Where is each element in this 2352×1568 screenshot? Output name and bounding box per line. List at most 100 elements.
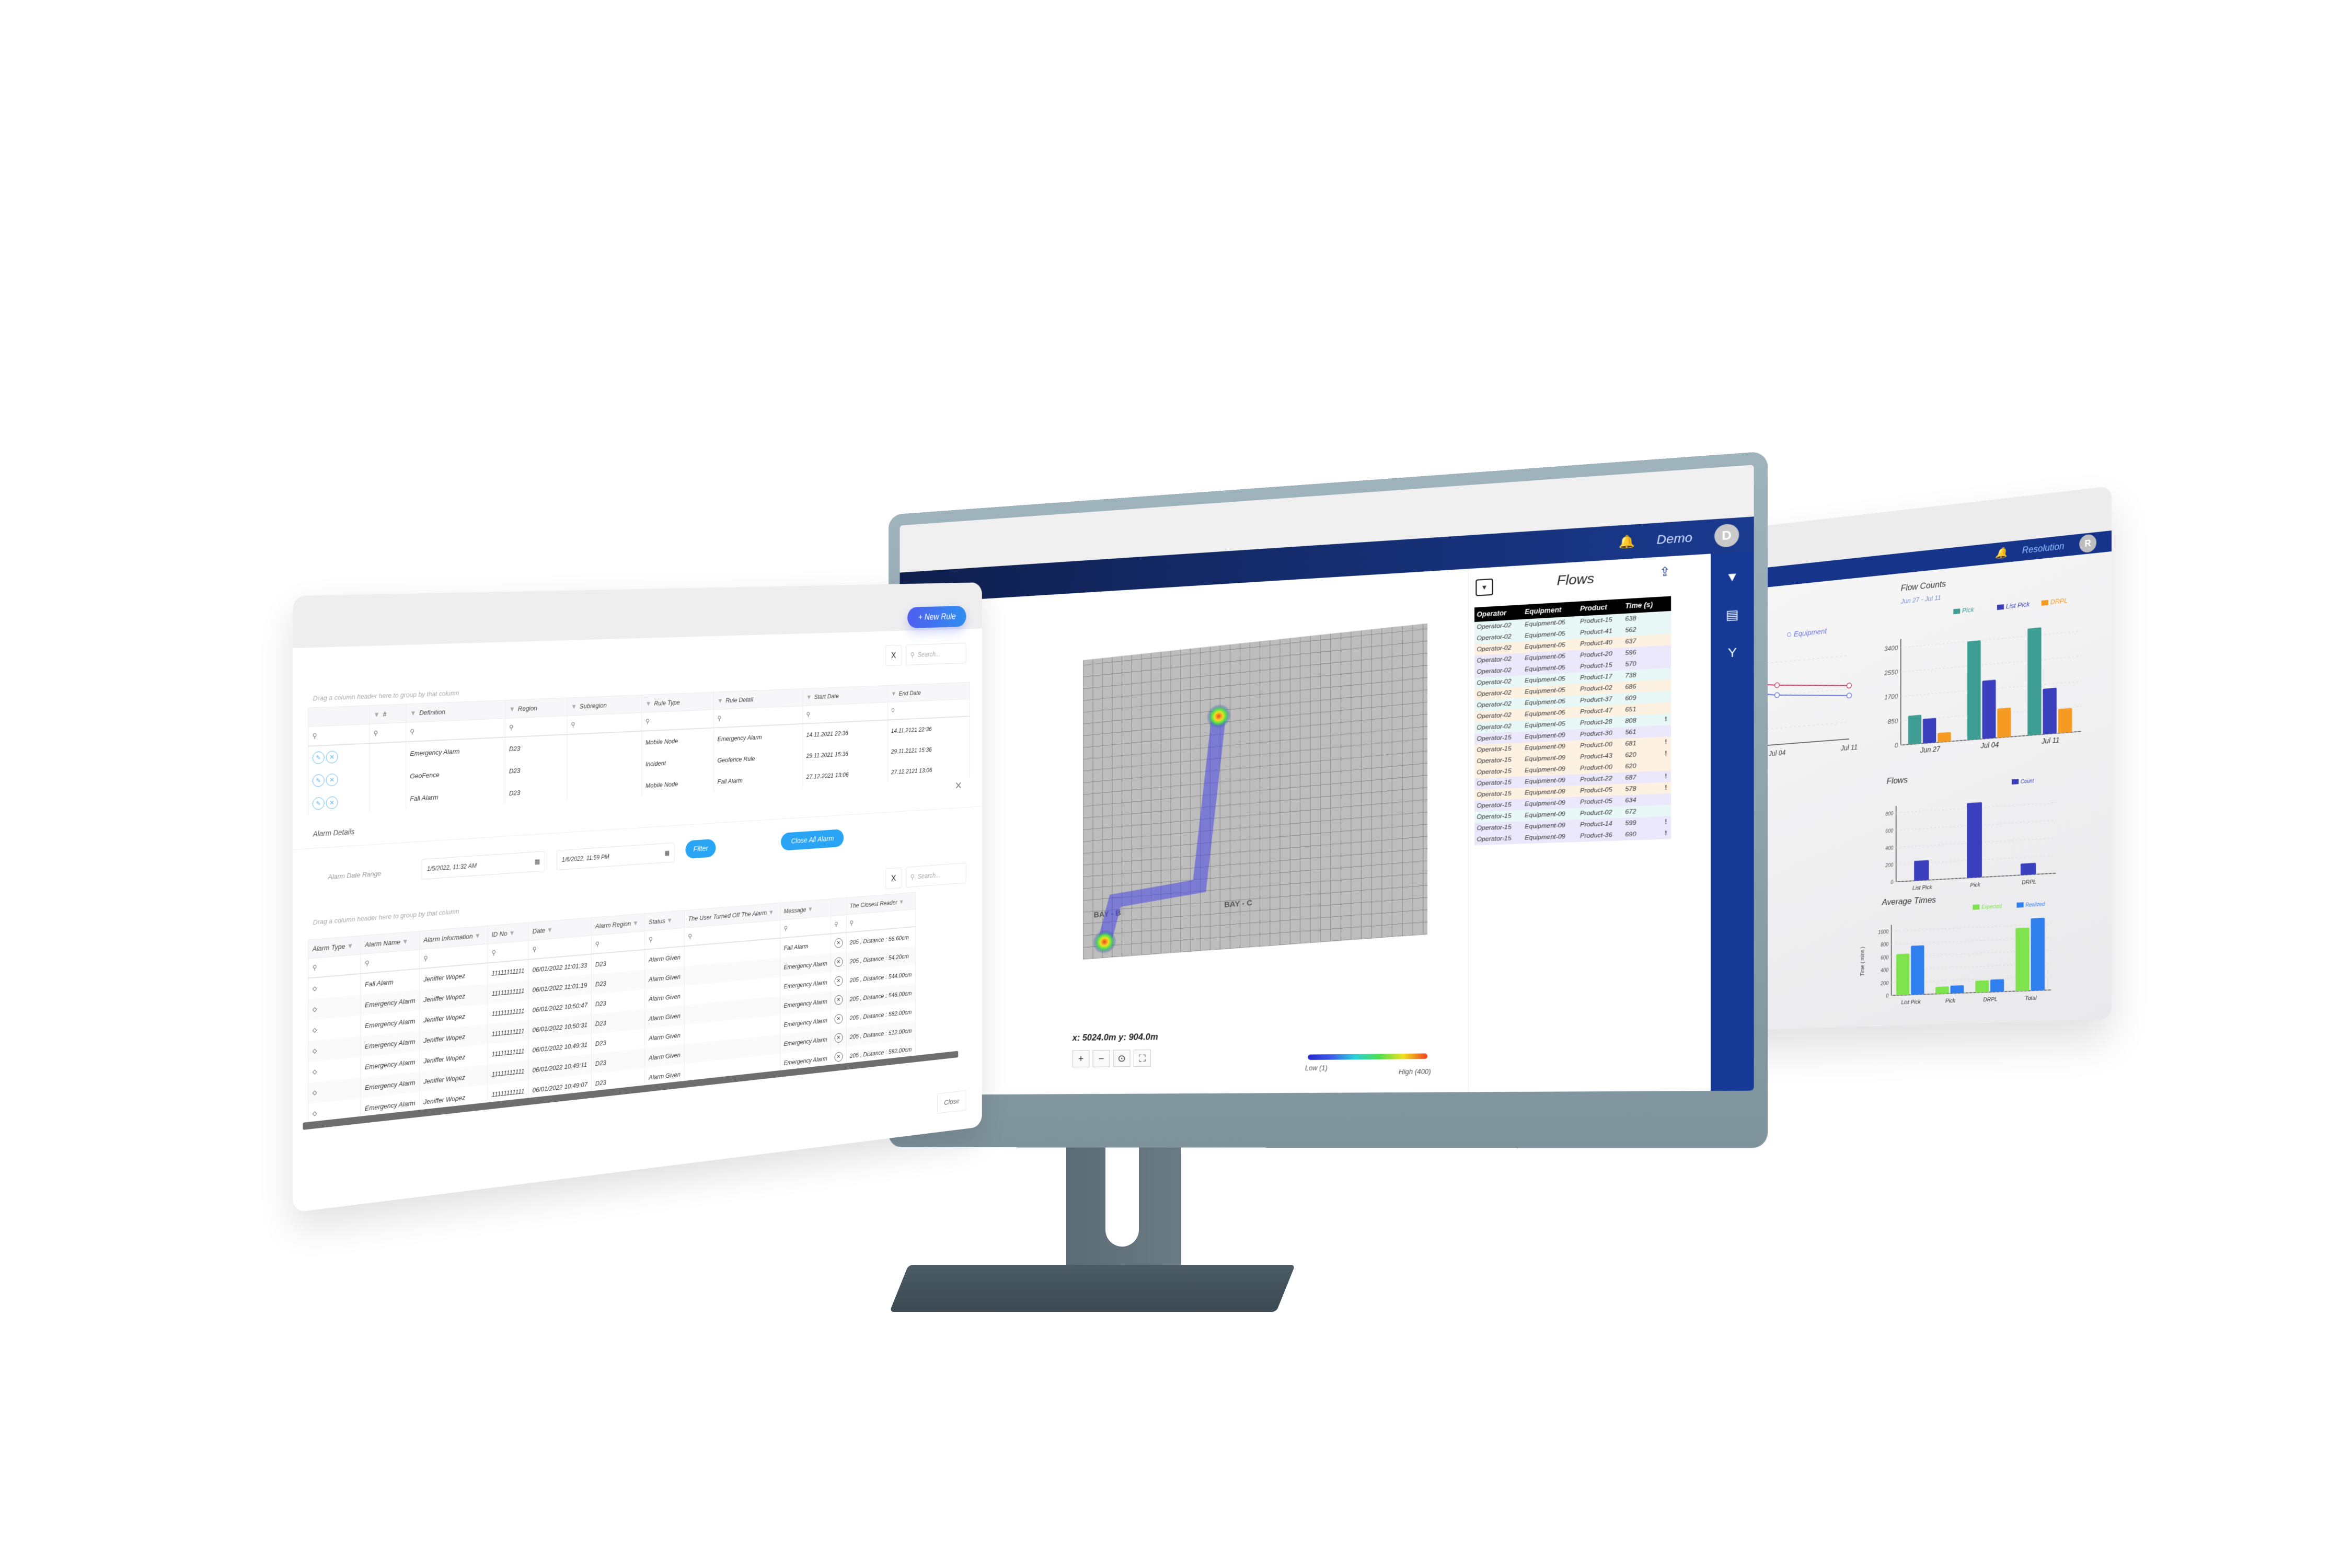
legend-swatch (1997, 604, 2004, 610)
filter-icon[interactable]: ▼ (631, 919, 638, 927)
rule-type-cell: Mobile Node (641, 771, 714, 797)
filter-icon[interactable]: ▼ (806, 905, 813, 913)
date-to-input[interactable]: 1/6/2022, 11:59 PM ▦ (557, 842, 675, 870)
column-label: Rule Detail (725, 696, 754, 705)
data-point (1847, 693, 1851, 698)
delete-icon[interactable]: ✕ (326, 796, 338, 810)
search-icon: ⚲ (910, 872, 915, 881)
legend-high-label: High (400) (1399, 1068, 1431, 1076)
close-alarm-icon[interactable]: ✕ (834, 956, 843, 967)
fullscreen-button[interactable]: ⛶ (1133, 1049, 1151, 1067)
avatar[interactable]: R (2079, 534, 2096, 554)
column-header[interactable] (831, 897, 846, 916)
date-range-label: Alarm Date Range (328, 869, 382, 881)
edit-icon[interactable]: ✎ (312, 751, 325, 765)
zoom-out-button[interactable]: − (1092, 1050, 1110, 1067)
delete-icon[interactable]: ✕ (326, 750, 338, 764)
operator-cell: Operator-15 (1474, 832, 1523, 846)
filter-icon[interactable]: ▼ (545, 926, 552, 935)
close-button[interactable]: Close (937, 1090, 966, 1114)
close-icon[interactable]: ✕ (955, 780, 962, 792)
floor-plan-heatmap[interactable]: BAY - B BAY - C (1083, 623, 1428, 960)
filter-icon[interactable]: ▼ (645, 700, 651, 708)
bell-icon[interactable]: 🔔 (1618, 534, 1635, 550)
time-cell: 690 (1622, 828, 1663, 841)
excel-export-icon[interactable]: X (885, 644, 902, 666)
y-tick-label: 800 (1885, 811, 1894, 816)
column-header[interactable]: ▼ Region (505, 698, 567, 719)
column-search-input[interactable]: ⚲ (308, 724, 370, 746)
user-name[interactable]: Demo (1657, 531, 1692, 548)
filter-icon[interactable]: ▼ (508, 929, 515, 937)
y-axis-label: Time ( mins ) (1860, 947, 1865, 976)
rules-table: ▼ # ▼ Definition ▼ Region ▼ Subregion ▼ Rule Type… (308, 682, 970, 816)
excel-export-icon[interactable]: X (885, 867, 902, 890)
column-label: Subregion (579, 701, 607, 710)
filter-icon[interactable]: ▼ (509, 705, 515, 713)
close-alarm-icon[interactable]: ✕ (834, 938, 843, 949)
calendar-icon[interactable]: ▦ (535, 858, 540, 865)
zoom-in-button[interactable]: + (1072, 1050, 1090, 1068)
empty-cell (1662, 725, 1671, 737)
legend-label: Expected (1981, 904, 2002, 910)
filter-icon[interactable]: ▼ (410, 709, 416, 717)
path-trail (1104, 716, 1219, 942)
group-hint: Drag a column header here to group by th… (313, 907, 459, 927)
close-alarm-icon[interactable]: ✕ (834, 1013, 843, 1024)
filter-icon[interactable]: ▼ (473, 931, 481, 940)
save-icon[interactable]: ▤ (1726, 607, 1739, 623)
bell-icon[interactable]: 🔔 (1995, 546, 2007, 560)
column-search-input[interactable]: ⚲ (505, 716, 567, 737)
filter-icon[interactable]: ▼ (767, 908, 774, 916)
filter-icon[interactable]: ▼ (897, 898, 904, 905)
avatar[interactable]: D (1714, 523, 1739, 548)
column-header[interactable]: Time (s) (1622, 596, 1663, 614)
warning-icon: ! (1662, 782, 1671, 794)
y-tick-label: 600 (1881, 955, 1889, 961)
user-name[interactable]: Resolution (2022, 540, 2065, 556)
x-tick-label: Jul 11 (1840, 743, 1858, 752)
new-rule-button[interactable]: + New Rule (907, 606, 966, 629)
date-from-input[interactable]: 1/5/2022, 11:32 AM ▦ (421, 851, 545, 880)
bar (1975, 980, 1989, 993)
filter-icon[interactable]: ▼ (345, 942, 353, 950)
delete-icon[interactable]: ✕ (326, 773, 338, 787)
flow-branch-icon[interactable]: Y (1728, 645, 1737, 660)
filter-icon[interactable]: ▼ (718, 697, 723, 704)
filter-icon[interactable]: ▼ (1725, 569, 1739, 585)
time-cell: 578 (1622, 782, 1663, 795)
gridline (1901, 631, 2081, 648)
filter-icon[interactable]: ▼ (891, 690, 896, 697)
filter-icon[interactable]: ▼ (665, 916, 673, 924)
center-button[interactable]: ⊙ (1113, 1050, 1131, 1067)
monitor-stand-slot (1105, 1147, 1139, 1247)
close-alarm-icon[interactable]: ✕ (834, 1032, 843, 1043)
column-search-input[interactable]: ⚲ (831, 915, 846, 934)
filter-icon[interactable]: ▼ (806, 694, 812, 701)
y-tick-label: 0 (1886, 993, 1889, 999)
product-cell: Product-14 (1577, 817, 1623, 831)
close-all-alarm-button[interactable]: Close All Alarm (781, 829, 844, 851)
column-header[interactable]: ▼ # (369, 704, 406, 724)
edit-icon[interactable]: ✎ (312, 797, 325, 810)
rule-type-cell: Mobile Node (641, 728, 714, 754)
alarms-search-input[interactable]: ⚲ Search... (906, 862, 966, 888)
time-cell: 672 (1622, 805, 1663, 818)
export-icon[interactable]: ⇪ (1659, 564, 1670, 580)
close-alarm-icon[interactable]: ✕ (834, 995, 843, 1006)
filter-icon[interactable]: ▼ (571, 702, 577, 710)
y-tick-label: 1700 (1884, 693, 1898, 701)
rules-search-input[interactable]: ⚲ Search... (906, 642, 966, 665)
edit-icon[interactable]: ✎ (312, 774, 325, 788)
column-search-input[interactable]: ⚲ (369, 722, 406, 744)
chevron-down-icon[interactable]: ▼ (1475, 578, 1493, 596)
filter-button[interactable]: Filter (685, 838, 716, 859)
time-cell: 620 (1622, 759, 1663, 773)
heat-spot (1206, 703, 1231, 730)
close-alarm-icon[interactable]: ✕ (834, 1052, 843, 1063)
filter-icon[interactable]: ▼ (374, 710, 380, 718)
close-alarm-icon[interactable]: ✕ (834, 976, 843, 986)
close-alarm-cell: ✕ (831, 1028, 846, 1048)
calendar-icon[interactable]: ▦ (664, 849, 670, 857)
filter-icon[interactable]: ▼ (400, 937, 408, 946)
